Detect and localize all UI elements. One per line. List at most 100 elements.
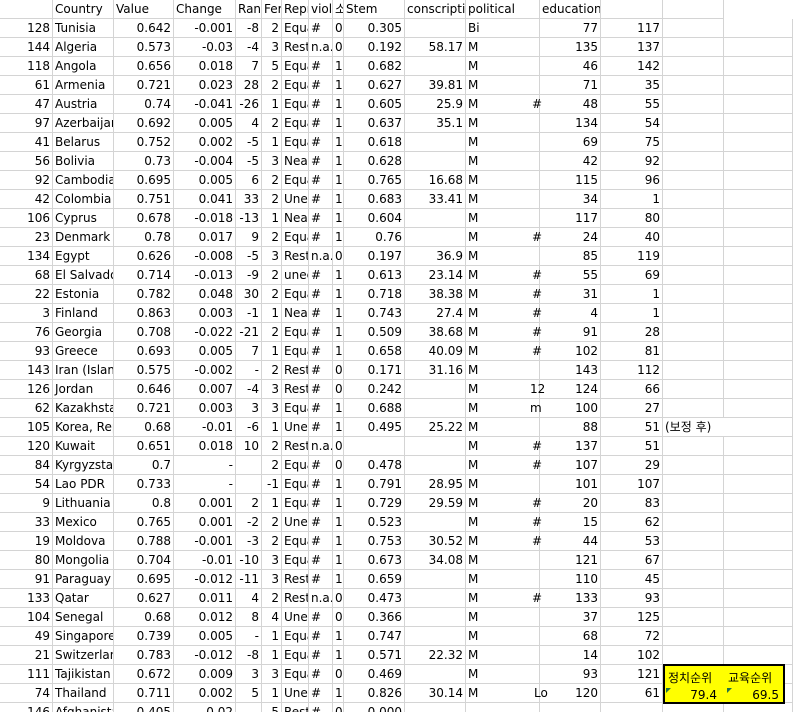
value-cell[interactable]: 0.405 xyxy=(114,703,174,712)
rank-cell[interactable]: 9 xyxy=(0,494,53,513)
conscription-cell[interactable]: Bi xyxy=(466,19,540,38)
fert-cell[interactable]: 3 xyxy=(262,38,282,57)
educational-cell[interactable]: 55 xyxy=(601,95,663,114)
extra-cell[interactable] xyxy=(724,19,793,38)
rank-change-cell[interactable]: -11 xyxy=(236,570,262,589)
educational-cell[interactable]: 142 xyxy=(601,57,663,76)
repr-cell[interactable]: Restr xyxy=(282,380,309,399)
extra-cell[interactable] xyxy=(724,114,793,133)
violence-cell[interactable]: # xyxy=(309,475,333,494)
value-cell[interactable]: 0.783 xyxy=(114,646,174,665)
value-cell[interactable]: 0.575 xyxy=(114,361,174,380)
country-cell[interactable]: Moldova xyxy=(53,532,114,551)
stem-cell[interactable] xyxy=(405,570,466,589)
note-cell[interactable] xyxy=(663,152,724,171)
country-cell[interactable]: Senegal xyxy=(53,608,114,627)
educational-cell[interactable]: 1 xyxy=(601,285,663,304)
rank-cell[interactable]: 92 xyxy=(0,171,53,190)
educational-cell[interactable] xyxy=(601,703,663,712)
stem-cell[interactable]: 34.08 xyxy=(405,551,466,570)
extra-cell[interactable] xyxy=(724,247,793,266)
violence-cell[interactable]: # xyxy=(309,57,333,76)
violence-cell[interactable]: # xyxy=(309,76,333,95)
political-cell[interactable]: 68 xyxy=(540,627,601,646)
change-cell[interactable]: -0.008 xyxy=(174,247,236,266)
rank-change-cell[interactable]: -21 xyxy=(236,323,262,342)
note-cell[interactable] xyxy=(663,532,724,551)
extra-cell[interactable] xyxy=(724,551,793,570)
stem-cell[interactable] xyxy=(405,19,466,38)
country-cell[interactable]: Finland xyxy=(53,304,114,323)
violence-flag-cell[interactable]: 1 xyxy=(333,646,344,665)
value-cell[interactable]: 0.7 xyxy=(114,456,174,475)
fert-cell[interactable]: 3 xyxy=(262,399,282,418)
conscription-cell[interactable]: M xyxy=(466,361,540,380)
violence-flag-cell[interactable]: 0 xyxy=(333,247,344,266)
conscription-cell[interactable]: M xyxy=(466,247,540,266)
educational-cell[interactable]: 107 xyxy=(601,475,663,494)
violence-flag-cell[interactable]: 0 xyxy=(333,361,344,380)
political-cell[interactable]: 69 xyxy=(540,133,601,152)
country-cell[interactable]: Korea, Rep xyxy=(53,418,114,437)
rank-change-cell[interactable]: 7 xyxy=(236,57,262,76)
violence-flag-cell[interactable]: 0 xyxy=(333,437,344,456)
fert-cell[interactable]: 1 xyxy=(262,684,282,703)
income-gap-cell[interactable]: 0.571 xyxy=(344,646,405,665)
extra-cell[interactable] xyxy=(724,152,793,171)
value-cell[interactable]: 0.646 xyxy=(114,380,174,399)
country-cell[interactable]: Belarus xyxy=(53,133,114,152)
extra-cell[interactable] xyxy=(724,209,793,228)
change-cell[interactable]: 0.003 xyxy=(174,399,236,418)
income-gap-cell[interactable] xyxy=(344,437,405,456)
column-header[interactable]: political xyxy=(466,0,540,19)
income-gap-cell[interactable]: 0.765 xyxy=(344,171,405,190)
value-cell[interactable]: 0.739 xyxy=(114,627,174,646)
conscription-cell[interactable]: M xyxy=(466,380,540,399)
change-cell[interactable]: -0.004 xyxy=(174,152,236,171)
rank-change-cell[interactable]: -8 xyxy=(236,19,262,38)
note-cell[interactable] xyxy=(663,570,724,589)
extra-cell[interactable] xyxy=(724,38,793,57)
stem-cell[interactable] xyxy=(405,399,466,418)
violence-cell[interactable]: n.a. xyxy=(309,38,333,57)
note-cell[interactable] xyxy=(663,589,724,608)
political-cell[interactable]: 15 xyxy=(540,513,601,532)
rank-change-cell[interactable]: -1 xyxy=(236,304,262,323)
stem-cell[interactable] xyxy=(405,627,466,646)
violence-cell[interactable]: n.a. xyxy=(309,589,333,608)
fert-cell[interactable]: 1 xyxy=(262,342,282,361)
violence-cell[interactable]: # xyxy=(309,608,333,627)
note-cell[interactable] xyxy=(663,190,724,209)
note-cell[interactable] xyxy=(663,266,724,285)
violence-flag-cell[interactable]: 1 xyxy=(333,532,344,551)
country-cell[interactable]: Greece xyxy=(53,342,114,361)
repr-cell[interactable]: Unev xyxy=(282,190,309,209)
rank-cell[interactable]: 91 xyxy=(0,570,53,589)
educational-cell[interactable]: 93 xyxy=(601,589,663,608)
income-gap-cell[interactable]: 0.171 xyxy=(344,361,405,380)
political-cell[interactable]: 24 xyxy=(540,228,601,247)
country-cell[interactable]: Azerbaijan xyxy=(53,114,114,133)
violence-cell[interactable]: # xyxy=(309,513,333,532)
income-gap-cell[interactable]: 0.305 xyxy=(344,19,405,38)
political-cell[interactable]: 110 xyxy=(540,570,601,589)
income-gap-cell[interactable]: 0.197 xyxy=(344,247,405,266)
income-gap-cell[interactable]: 0.673 xyxy=(344,551,405,570)
violence-flag-cell[interactable]: 1 xyxy=(333,418,344,437)
rank-cell[interactable]: 61 xyxy=(0,76,53,95)
value-cell[interactable]: 0.656 xyxy=(114,57,174,76)
rank-cell[interactable]: 105 xyxy=(0,418,53,437)
violence-cell[interactable]: # xyxy=(309,19,333,38)
political-cell[interactable]: 91 xyxy=(540,323,601,342)
stem-cell[interactable] xyxy=(405,57,466,76)
rank-cell[interactable]: 93 xyxy=(0,342,53,361)
income-gap-cell[interactable]: 0.658 xyxy=(344,342,405,361)
change-cell[interactable]: 0.011 xyxy=(174,589,236,608)
rank-cell[interactable]: 42 xyxy=(0,190,53,209)
fert-cell[interactable]: 3 xyxy=(262,665,282,684)
educational-cell[interactable]: 83 xyxy=(601,494,663,513)
fert-cell[interactable]: 2 xyxy=(262,361,282,380)
value-cell[interactable]: 0.73 xyxy=(114,152,174,171)
political-cell[interactable]: 120 xyxy=(540,684,601,703)
country-cell[interactable]: Kuwait xyxy=(53,437,114,456)
